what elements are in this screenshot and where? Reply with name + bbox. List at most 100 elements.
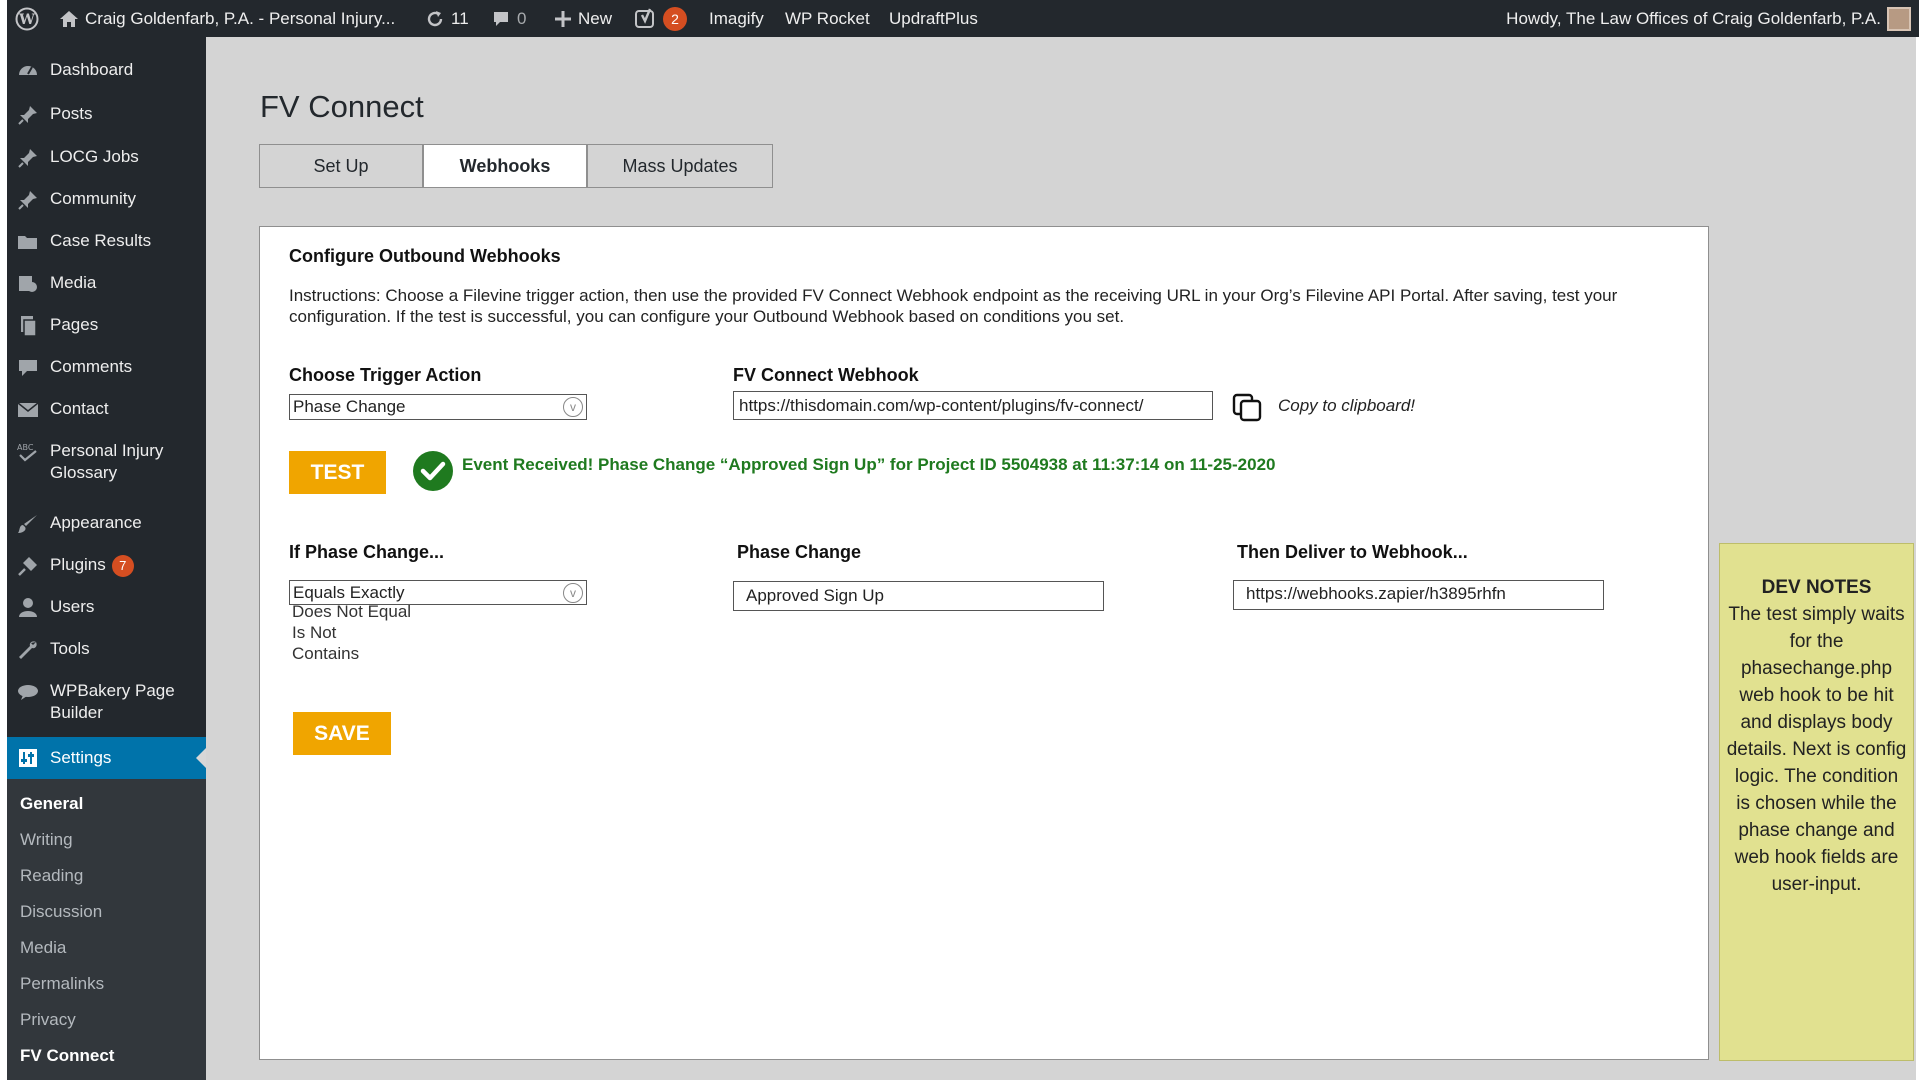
submenu-item-privacy[interactable]: Privacy <box>20 1009 76 1031</box>
sidebar-item-tools[interactable]: Tools <box>7 638 206 668</box>
tab-webhooks[interactable]: Webhooks <box>423 144 587 188</box>
sidebar-item-comments[interactable]: Comments <box>7 356 206 386</box>
phase-change-input[interactable]: Approved Sign Up <box>733 581 1104 611</box>
new-content-link[interactable]: New <box>554 0 612 37</box>
sidebar-item-label: Community <box>50 189 136 208</box>
save-button[interactable]: SAVE <box>293 712 391 755</box>
yoast-icon <box>635 8 654 28</box>
dashboard-icon <box>19 66 37 75</box>
refresh-icon <box>427 10 443 26</box>
sidebar-item-label: Contact <box>50 399 109 418</box>
admin-sidebar: Dashboard Posts LOCG Jobs Community Case… <box>7 37 206 1080</box>
plugins-update-badge: 7 <box>111 554 134 577</box>
wrench-icon <box>19 641 37 659</box>
site-name-link[interactable]: Craig Goldenfarb, P.A. - Personal Injury… <box>59 0 395 37</box>
sidebar-item-label: Tools <box>50 639 90 658</box>
condition-option[interactable]: Is Not <box>292 622 411 643</box>
pin-icon <box>18 106 37 125</box>
trigger-action-value: Phase Change <box>293 397 406 416</box>
admin-bar: W Craig Goldenfarb, P.A. - Personal Inju… <box>7 0 1919 37</box>
sidebar-item-label: Posts <box>50 104 93 123</box>
copy-to-clipboard-link[interactable]: Copy to clipboard! <box>1278 396 1415 416</box>
updates-count: 11 <box>451 9 469 28</box>
condition-label: If Phase Change... <box>289 542 445 562</box>
content-edge <box>1916 37 1920 1080</box>
updraftplus-link[interactable]: UpdraftPlus <box>889 0 978 37</box>
sidebar-item-dashboard[interactable]: Dashboard <box>7 59 206 89</box>
updraftplus-label: UpdraftPlus <box>889 9 978 28</box>
yoast-badge: 2 <box>663 6 687 31</box>
sidebar-item-personal-injury-glossary[interactable]: ABC Personal Injury Glossary <box>7 440 206 490</box>
fv-webhook-field[interactable]: https://thisdomain.com/wp-content/plugin… <box>733 391 1213 420</box>
condition-option[interactable]: Does Not Equal <box>292 601 411 622</box>
sidebar-item-plugins[interactable]: Plugins 7 <box>7 554 206 584</box>
home-icon <box>60 10 78 27</box>
plug-icon <box>18 557 37 576</box>
submenu-item-media[interactable]: Media <box>20 937 66 959</box>
avatar <box>1887 6 1911 31</box>
comment-icon <box>19 360 37 376</box>
copy-icon[interactable] <box>1232 393 1264 423</box>
condition-value: Equals Exactly <box>293 583 405 602</box>
svg-text:ABC: ABC <box>17 443 34 452</box>
sidebar-item-contact[interactable]: Contact <box>7 398 206 428</box>
sidebar-item-media[interactable]: Media <box>7 272 206 302</box>
sidebar-item-label: Media <box>50 273 97 292</box>
comments-link[interactable]: 0 <box>491 0 526 37</box>
wp-rocket-link[interactable]: WP Rocket <box>785 0 870 37</box>
sidebar-item-label: Appearance <box>50 513 142 532</box>
phase-change-label: Phase Change <box>737 542 862 562</box>
sidebar-item-community[interactable]: Community <box>7 188 206 218</box>
updates-link[interactable]: 11 <box>425 0 469 37</box>
sidebar-item-label: Personal Injury Glossary <box>50 441 164 482</box>
fv-webhook-label: FV Connect Webhook <box>733 365 919 385</box>
sidebar-item-case-results[interactable]: Case Results <box>7 230 206 260</box>
sidebar-item-label: Users <box>50 597 95 616</box>
user-icon <box>19 598 37 617</box>
sidebar-item-label: Comments <box>50 357 133 376</box>
page-title: FV Connect <box>260 89 424 124</box>
yoast-seo-link[interactable]: 2 <box>635 0 687 37</box>
howdy-text: Howdy, The Law Offices of Craig Goldenfa… <box>1506 9 1881 28</box>
sidebar-item-users[interactable]: Users <box>7 596 206 626</box>
wordpress-logo-icon[interactable]: W <box>15 0 39 37</box>
sidebar-item-settings[interactable]: Settings <box>7 737 206 779</box>
sidebar-item-pages[interactable]: Pages <box>7 314 206 344</box>
deliver-webhook-input[interactable]: https://webhooks.zapier/h3895rhfn <box>1233 580 1604 610</box>
condition-option[interactable]: Contains <box>292 643 411 664</box>
chevron-down-icon: v <box>563 583 583 603</box>
chevron-down-icon: v <box>563 397 583 417</box>
tab-mass-updates[interactable]: Mass Updates <box>587 144 773 188</box>
submenu-item-reading[interactable]: Reading <box>20 865 83 887</box>
tab-set-up[interactable]: Set Up <box>259 144 423 188</box>
plugins-label: Plugins <box>50 555 106 574</box>
imagify-link[interactable]: Imagify <box>709 0 764 37</box>
submenu-item-writing[interactable]: Writing <box>20 829 73 851</box>
submenu-item-permalinks[interactable]: Permalinks <box>20 973 104 995</box>
sidebar-item-locg-jobs[interactable]: LOCG Jobs <box>7 146 206 176</box>
dev-notes-body: The test simply waits for the phasechang… <box>1726 604 1907 895</box>
test-button[interactable]: TEST <box>289 451 386 494</box>
svg-text:W: W <box>18 12 35 28</box>
sidebar-item-wpbakery[interactable]: WPBakery Page Builder <box>7 680 206 730</box>
sidebar-item-posts[interactable]: Posts <box>7 103 206 133</box>
spellcheck-icon: ABC <box>17 443 37 462</box>
mail-icon <box>17 402 39 417</box>
submenu-item-general[interactable]: General <box>20 793 83 815</box>
cloud-icon <box>18 685 38 700</box>
plus-icon <box>555 10 571 27</box>
trigger-action-select[interactable]: Phase Change v <box>289 394 587 420</box>
check-circle-icon <box>413 451 453 491</box>
my-account-link[interactable]: Howdy, The Law Offices of Craig Goldenfa… <box>1506 0 1911 37</box>
sidebar-item-label: Dashboard <box>50 60 134 79</box>
imagify-label: Imagify <box>709 9 764 28</box>
folder-icon <box>18 236 37 249</box>
submenu-item-fv-connect[interactable]: FV Connect <box>20 1045 114 1067</box>
section-heading: Configure Outbound Webhooks <box>289 246 561 266</box>
sidebar-item-appearance[interactable]: Appearance <box>7 512 206 542</box>
media-icon <box>19 276 37 292</box>
condition-options-list: Does Not Equal Is Not Contains <box>292 601 411 664</box>
new-label: New <box>578 9 613 28</box>
submenu-item-discussion[interactable]: Discussion <box>20 901 102 923</box>
dev-notes-title: DEV NOTES <box>1761 577 1872 598</box>
